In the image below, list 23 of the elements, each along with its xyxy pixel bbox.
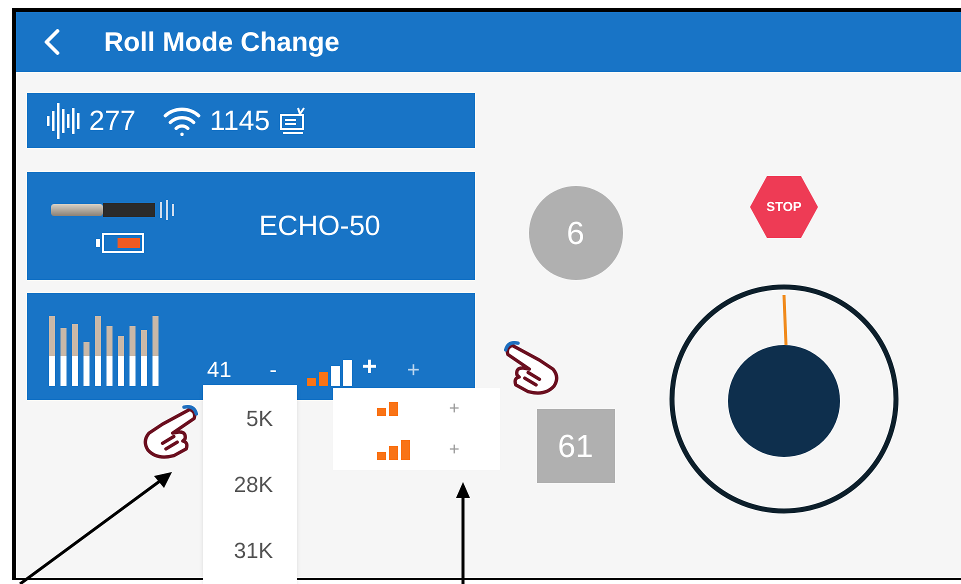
increase-button[interactable]: + bbox=[407, 353, 420, 386]
sound-wave-icon bbox=[47, 102, 81, 138]
rate-selector[interactable]: 41 bbox=[207, 353, 232, 386]
rate-option[interactable]: 31K bbox=[203, 517, 297, 583]
signal-bars-icon bbox=[377, 440, 410, 460]
plus-label: + bbox=[449, 438, 460, 461]
level-option[interactable]: + bbox=[333, 429, 500, 470]
screen-title: Roll Mode Change bbox=[104, 26, 340, 59]
increase-button[interactable]: + bbox=[362, 347, 377, 386]
count-square: 61 bbox=[536, 409, 614, 483]
dial-knob-drawing[interactable] bbox=[668, 283, 900, 515]
plus-label: + bbox=[449, 397, 460, 420]
level-option[interactable]: + bbox=[333, 388, 500, 429]
signal-bars-icon bbox=[306, 360, 352, 386]
device-name: ECHO-50 bbox=[259, 209, 380, 243]
wifi-count: 1145 bbox=[210, 104, 270, 138]
sound-count: 277 bbox=[89, 104, 136, 138]
decrease-button[interactable]: - bbox=[269, 353, 277, 386]
rate-option[interactable]: 5K bbox=[203, 385, 297, 451]
stop-sign[interactable]: STOP bbox=[750, 176, 818, 238]
rate-option[interactable]: 28K bbox=[203, 451, 297, 517]
signal-bars-icon bbox=[377, 402, 398, 416]
battery-icon bbox=[96, 232, 146, 254]
